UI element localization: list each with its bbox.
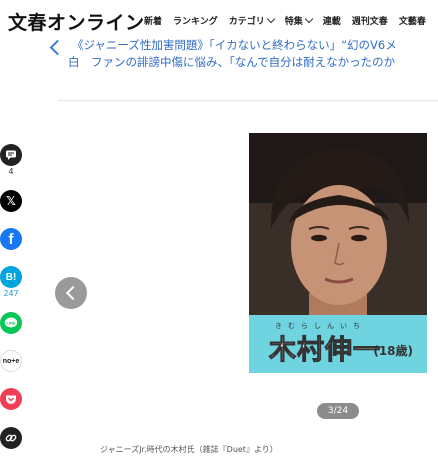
link-icon — [0, 427, 22, 449]
nav-weekly-bunshun-label: 週刊文春 — [351, 17, 388, 27]
article-title-link[interactable]: 《ジャニーズ性加害問題》「イカないと終わらない」“幻のV6メ — [72, 37, 397, 53]
nav-new[interactable]: 新着 — [144, 14, 162, 27]
x-icon: 𝕏 — [0, 190, 22, 212]
photo-name-label: 木村伸一 — [269, 335, 381, 367]
chevron-down-icon — [266, 14, 276, 24]
main-nav: 新着 ランキング カテゴリ 特集 連載 週刊文春 文藝春 — [144, 14, 437, 27]
pocket-icon — [0, 388, 22, 410]
hatena-count: 247 — [3, 289, 19, 298]
photo-caption: ジャニーズJr.時代の木村氏（雑誌『Duet』より） — [100, 445, 278, 454]
share-pocket[interactable] — [0, 388, 22, 410]
share-line[interactable]: LINE — [0, 312, 22, 334]
chevron-left-icon — [65, 285, 81, 301]
nav-bungei-label: 文藝春 — [398, 17, 426, 27]
gallery-photo: きむらしんいち 木村伸一 (18歳) — [249, 133, 427, 373]
share-copy-link[interactable] — [0, 427, 22, 449]
share-comment[interactable]: 4 — [0, 144, 22, 176]
nav-serial[interactable]: 連載 — [323, 14, 341, 27]
nav-weekly-bunshun[interactable]: 週刊文春 — [352, 14, 388, 27]
comment-count: 4 — [8, 167, 14, 176]
share-hatena[interactable]: B! 247 — [0, 266, 22, 298]
chevron-down-icon — [304, 14, 314, 24]
nav-new-label: 新着 — [144, 17, 163, 27]
nav-ranking[interactable]: ランキング — [173, 14, 218, 27]
share-x[interactable]: 𝕏 — [0, 190, 22, 212]
hatena-bookmark-icon: B! — [0, 266, 22, 288]
nav-bungei[interactable]: 文藝春 — [399, 14, 426, 27]
nav-feature-label: 特集 — [284, 17, 303, 27]
comment-icon — [0, 144, 22, 166]
nav-serial-label: 連載 — [322, 17, 341, 27]
share-facebook[interactable]: f — [0, 228, 22, 250]
article-title-link-cont[interactable]: 白 ファンの誹謗中傷に悩み、「なんで自分は耐えなかったのか — [68, 54, 395, 70]
nav-feature[interactable]: 特集 — [284, 14, 314, 27]
share-note[interactable]: no+e — [0, 350, 22, 372]
photo-counter-badge: 3/24 — [317, 403, 359, 419]
nav-ranking-label: ランキング — [173, 17, 218, 27]
back-arrow-icon[interactable] — [49, 39, 66, 56]
photo-age-label: (18歳) — [373, 344, 413, 358]
facebook-icon: f — [0, 228, 22, 250]
svg-text:LINE: LINE — [6, 320, 15, 325]
line-icon: LINE — [0, 312, 22, 334]
divider — [58, 100, 438, 101]
site-logo[interactable]: 文春オンライン — [8, 8, 145, 35]
nav-category[interactable]: カテゴリ — [228, 14, 276, 27]
nav-category-label: カテゴリ — [228, 17, 265, 27]
note-icon: no+e — [0, 350, 22, 372]
prev-photo-button[interactable] — [55, 277, 87, 309]
